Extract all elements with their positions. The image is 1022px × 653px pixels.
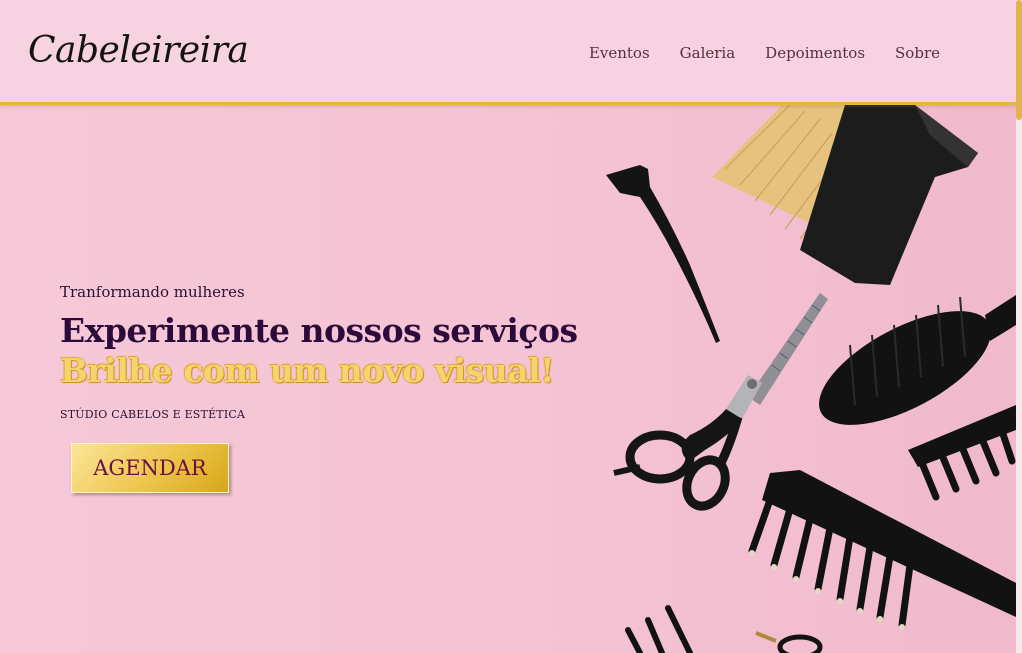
hero-section: Tranformando mulheres Experimente nossos… — [0, 105, 1016, 653]
site-header: Cabeleireira Eventos Galeria Depoimentos… — [0, 0, 1016, 105]
hero-headline: Experimente nossos serviços — [60, 311, 578, 350]
nav-link-sobre[interactable]: Sobre — [895, 44, 940, 62]
hair-brush-icon — [712, 105, 978, 285]
studio-tagline: STÚDIO CABELOS E ESTÉTICA — [60, 408, 246, 422]
main-nav: Eventos Galeria Depoimentos Sobre — [589, 44, 940, 62]
scrollbar-thumb[interactable] — [1016, 0, 1022, 120]
comb-icon — [908, 405, 1016, 501]
nav-link-galeria[interactable]: Galeria — [680, 44, 736, 62]
hair-clip-icon — [606, 165, 720, 343]
agendar-button[interactable]: AGENDAR — [71, 443, 229, 493]
hair-clip-icon — [625, 605, 823, 653]
nav-link-depoimentos[interactable]: Depoimentos — [765, 44, 865, 62]
brand-logo[interactable]: Cabeleireira — [28, 30, 249, 71]
nav-link-eventos[interactable]: Eventos — [589, 44, 650, 62]
hero-eyebrow: Tranformando mulheres — [60, 283, 245, 301]
hero-copy: Tranformando mulheres Experimente nossos… — [60, 283, 578, 493]
hero-highlight: Brilhe com um novo visual! — [60, 350, 555, 390]
comb-icon — [748, 470, 1016, 630]
